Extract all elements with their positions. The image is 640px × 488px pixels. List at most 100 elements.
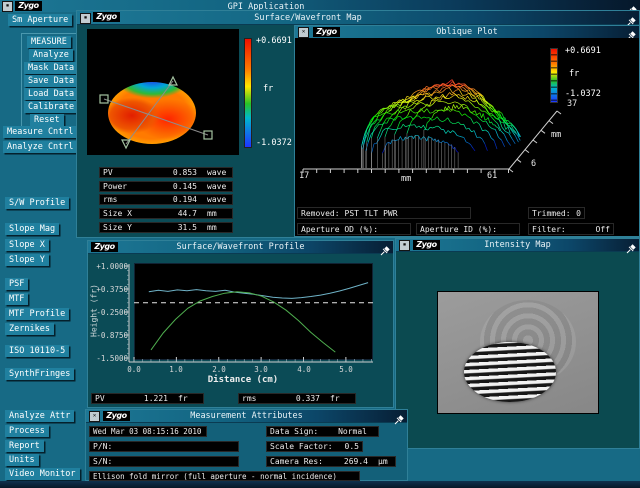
oblique-colorbar: [550, 48, 558, 103]
sidebar: Sm Aperture MEASURE Analyze Mask Data Sa…: [0, 12, 76, 481]
map-stat-size-y: Size Y 31.5 mm: [99, 222, 233, 233]
part-number-field[interactable]: P/N:: [89, 441, 239, 452]
sidebar-item-slope-mag[interactable]: Slope Mag: [5, 223, 59, 235]
pushpin-icon[interactable]: [626, 239, 636, 249]
sidebar-item-load-data[interactable]: Load Data: [24, 88, 78, 100]
filter-label: Filter:: [532, 225, 566, 234]
stat-unit: mm: [207, 209, 229, 218]
map-colorbar-unit: fr: [263, 84, 273, 94]
profile-pv-box: PV 1.221 fr: [91, 393, 204, 404]
sidebar-item-video-monitor[interactable]: Video Monitor: [5, 468, 80, 480]
stat-unit: fr: [330, 394, 352, 403]
profile-ylabel: Height (fr): [90, 281, 99, 341]
sidebar-item-units[interactable]: Units: [5, 454, 39, 466]
stat-value: 0.145: [173, 182, 197, 191]
intensity-image: [437, 291, 599, 414]
data-sign-label: Data Sign:: [270, 427, 318, 436]
map-stat-size-x: Size X 44.7 mm: [99, 208, 233, 219]
map-colorbar-min: -1.0372: [256, 138, 292, 148]
scale-factor-label: Scale Factor:: [270, 442, 333, 451]
scale-factor-box[interactable]: Scale Factor: 0.5: [266, 441, 363, 452]
filter-value: Off: [596, 225, 610, 234]
serial-number-field[interactable]: S/N:: [89, 456, 239, 467]
sidebar-item-analyze-cntrl[interactable]: Analyze Cntrl: [3, 141, 78, 153]
pushpin-icon[interactable]: [394, 410, 404, 420]
stat-unit: mm: [207, 223, 229, 232]
window-menu-icon[interactable]: ▪: [399, 240, 410, 251]
stat-label: rms: [103, 195, 117, 204]
sidebar-item-slope-x[interactable]: Slope X: [5, 239, 49, 251]
pushpin-icon[interactable]: [626, 26, 636, 36]
camera-res-value: 269.4: [344, 457, 368, 466]
sidebar-item-analyze[interactable]: Analyze: [29, 49, 73, 61]
map-stat-rms: rms 0.194 wave: [99, 194, 233, 205]
sidebar-item-iso[interactable]: ISO 10110-5: [5, 345, 69, 357]
sidebar-item-synthfringes[interactable]: SynthFringes: [5, 368, 74, 380]
attributes-title-bar[interactable]: ✕ Zygo Measurement Attributes: [86, 410, 407, 423]
oblique-window-title: Oblique Plot: [355, 27, 579, 37]
profile-rms-box: rms 0.337 fr: [238, 393, 356, 404]
sidebar-item-save-data[interactable]: Save Data: [24, 75, 78, 87]
window-menu-icon[interactable]: ▪: [80, 13, 91, 24]
fringe-pattern-ellipse: [464, 342, 556, 402]
camera-res-box: Camera Res: 269.4 µm: [266, 456, 396, 467]
sidebar-item-mtf[interactable]: MTF: [5, 293, 28, 305]
map-window-title: Surface/Wavefront Map: [177, 13, 439, 23]
intensity-window-title: Intensity Map: [436, 240, 599, 250]
map-title-bar[interactable]: ▪ Zygo Surface/Wavefront Map: [77, 11, 639, 25]
stat-unit: wave: [207, 182, 229, 191]
aperture-od-field[interactable]: Aperture OD (%):: [297, 223, 411, 235]
sidebar-item-slope-y[interactable]: Slope Y: [5, 254, 49, 266]
sidebar-item-process[interactable]: Process: [5, 425, 49, 437]
slice-markers[interactable]: [87, 29, 239, 155]
pushpin-icon[interactable]: [626, 12, 636, 22]
stat-value: 31.5: [178, 223, 197, 232]
stat-unit: fr: [178, 394, 200, 403]
stat-label: Size Y: [103, 223, 132, 232]
oblique-plot-body: 17 mm 61 6 mm 37 +0.6691 fr -1.0372 Remo…: [295, 38, 639, 236]
attributes-window-title: Measurement Attributes: [126, 411, 367, 421]
profile-xtick-3: 3.0: [254, 365, 268, 374]
sidebar-item-measure-cntrl[interactable]: Measure Cntrl: [3, 126, 78, 138]
map-colorbar: [244, 38, 252, 148]
attributes-window: ✕ Zygo Measurement Attributes Wed Mar 03…: [85, 409, 408, 481]
app-bottom-edge: [0, 481, 640, 488]
sidebar-item-reset[interactable]: Reset: [30, 114, 64, 126]
close-icon[interactable]: ✕: [298, 27, 309, 38]
oblique-window: ✕ Zygo Oblique Plot 17 mm 61 6 mm 37 +0.…: [294, 25, 640, 237]
close-icon[interactable]: ✕: [89, 411, 100, 422]
description-field[interactable]: Ellison fold mirror (full aperture - nor…: [89, 471, 360, 481]
sidebar-item-calibrate[interactable]: Calibrate: [24, 101, 78, 113]
sidebar-item-analyze-attr[interactable]: Analyze Attr: [5, 410, 74, 422]
sidebar-item-report[interactable]: Report: [5, 440, 44, 452]
stat-label: Power: [103, 182, 127, 191]
profile-xtick-1: 1.0: [169, 365, 183, 374]
part-number-label: P/N:: [93, 442, 112, 451]
aperture-id-field[interactable]: Aperture ID (%):: [416, 223, 520, 235]
stat-value: 0.194: [173, 195, 197, 204]
description-text: Ellison fold mirror (full aperture - nor…: [93, 472, 337, 481]
sidebar-item-mtf-profile[interactable]: MTF Profile: [5, 308, 69, 320]
serial-number-label: S/N:: [93, 457, 112, 466]
sidebar-item-sm-aperture[interactable]: Sm Aperture: [8, 14, 72, 26]
camera-res-unit: µm: [378, 457, 392, 466]
profile-ytick-4: -1.5000: [90, 354, 128, 363]
map-plot-area: [87, 29, 239, 155]
intensity-title-bar[interactable]: ▪ Zygo Intensity Map: [396, 239, 639, 252]
stat-value: 0.853: [173, 168, 197, 177]
sidebar-item-mask-data[interactable]: Mask Data: [24, 62, 78, 74]
data-sign-box[interactable]: Data Sign: Normal: [266, 426, 379, 437]
profile-xtick-2: 2.0: [212, 365, 226, 374]
timestamp: Wed Mar 03 08:15:16 2010: [93, 427, 201, 436]
oblique-x-max: 61: [487, 171, 497, 181]
scale-factor-value: 0.5: [345, 442, 359, 451]
stat-unit: wave: [207, 168, 229, 177]
filter-field[interactable]: Filter: Off: [528, 223, 614, 235]
sidebar-item-sw-profile[interactable]: S/W Profile: [5, 197, 69, 209]
timestamp-box: Wed Mar 03 08:15:16 2010: [89, 426, 207, 437]
sidebar-item-measure[interactable]: MEASURE: [27, 36, 71, 48]
profile-xlabel: Distance (cm): [188, 375, 298, 385]
sidebar-item-psf[interactable]: PSF: [5, 278, 28, 290]
trimmed-label: Trimmed:: [532, 209, 571, 218]
sidebar-item-zernikes[interactable]: Zernikes: [5, 323, 54, 335]
